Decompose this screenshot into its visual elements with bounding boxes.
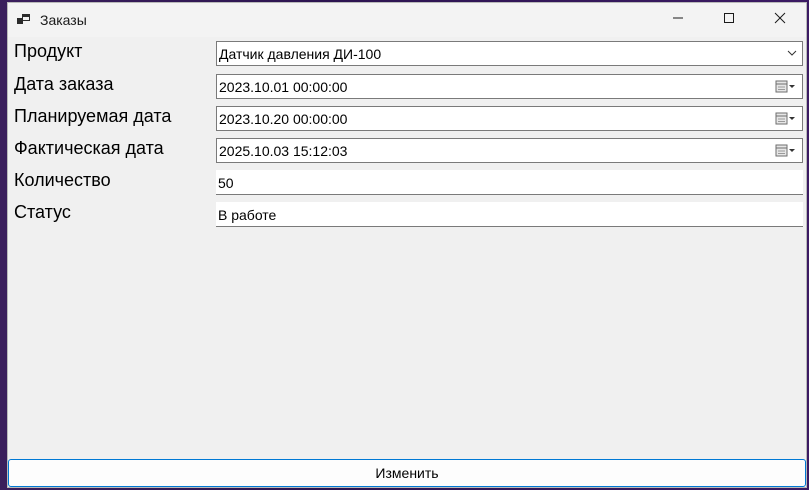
quantity-input[interactable]: 50 — [216, 170, 803, 195]
planned-date-picker[interactable]: 2023.10.20 00:00:00 — [216, 106, 803, 131]
close-button[interactable] — [755, 3, 805, 37]
planned-date-value: 2023.10.20 00:00:00 — [219, 111, 348, 127]
title-bar[interactable]: Заказы — [8, 3, 806, 37]
close-icon — [774, 11, 786, 29]
status-value: В работе — [218, 207, 277, 223]
actual-date-value: 2025.10.03 15:12:03 — [219, 143, 348, 159]
maximize-button[interactable] — [704, 3, 754, 37]
orders-window: Заказы Продукт Датчик давления ДИ-100 Да… — [7, 2, 807, 488]
product-combobox[interactable]: Датчик давления ДИ-100 — [216, 41, 803, 66]
minimize-button[interactable] — [653, 3, 703, 37]
calendar-dropdown-icon[interactable] — [775, 144, 797, 158]
order-date-value: 2023.10.01 00:00:00 — [219, 79, 348, 95]
calendar-dropdown-icon[interactable] — [775, 112, 797, 126]
calendar-dropdown-icon[interactable] — [775, 80, 797, 94]
desktop-background: Заказы Продукт Датчик давления ДИ-100 Да… — [0, 0, 809, 490]
status-label: Статус — [14, 202, 71, 222]
status-input[interactable]: В работе — [216, 202, 803, 227]
edit-button[interactable]: Изменить — [8, 459, 806, 487]
actual-date-picker[interactable]: 2025.10.03 15:12:03 — [216, 138, 803, 163]
window-title: Заказы — [40, 12, 87, 28]
product-value: Датчик давления ДИ-100 — [219, 46, 382, 62]
product-label: Продукт — [14, 41, 83, 61]
minimize-icon — [672, 11, 684, 29]
chevron-down-icon[interactable] — [785, 46, 799, 60]
order-date-label: Дата заказа — [14, 74, 114, 94]
actual-date-label: Фактическая дата — [14, 138, 164, 158]
order-date-picker[interactable]: 2023.10.01 00:00:00 — [216, 74, 803, 99]
app-window-icon — [17, 13, 31, 27]
planned-date-label: Планируемая дата — [14, 106, 172, 126]
quantity-value: 50 — [218, 175, 234, 191]
maximize-icon — [723, 11, 735, 29]
quantity-label: Количество — [14, 170, 111, 190]
